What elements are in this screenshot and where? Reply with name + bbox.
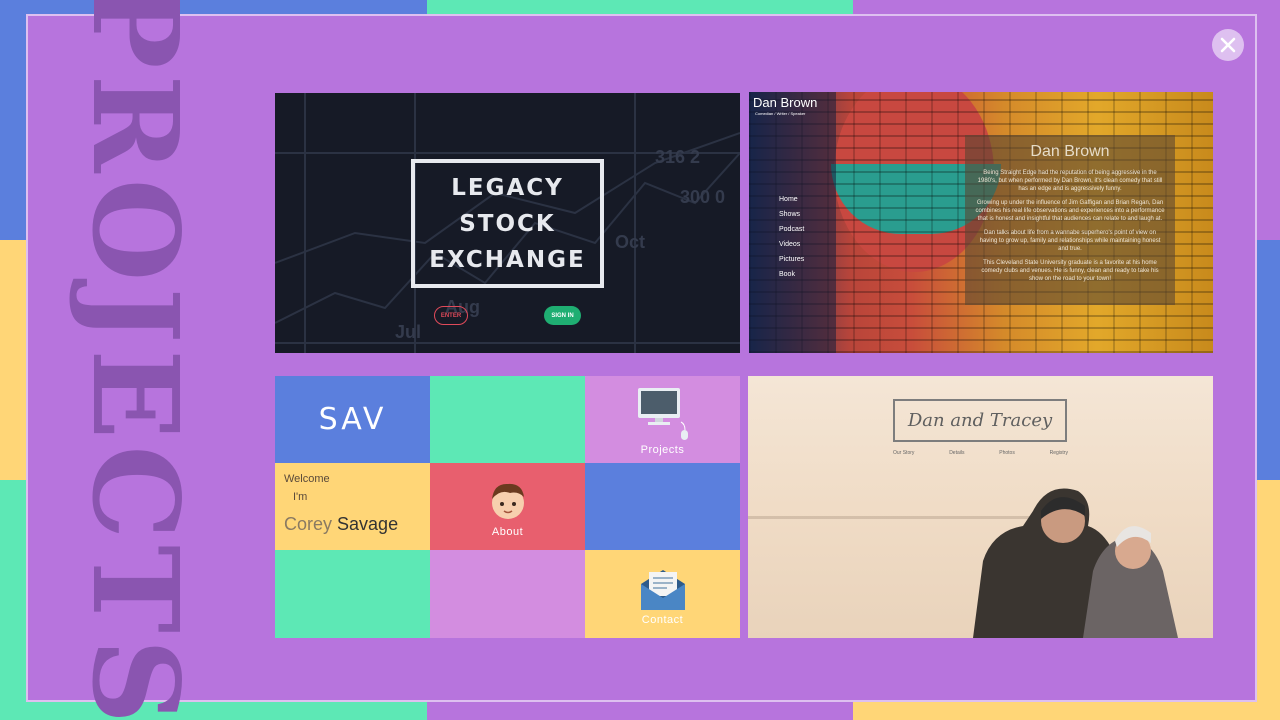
couple-photo (973, 488, 1178, 638)
enter-button[interactable]: ENTER (434, 306, 468, 325)
projects-title: PROJECTS (66, 0, 205, 720)
about-label: About (491, 526, 524, 538)
last-name: Savage (337, 514, 399, 534)
stock-title-line1: LEGACY (451, 174, 564, 201)
purple-tile (430, 550, 585, 638)
bio-panel: Dan Brown Being Straight Edge had the re… (965, 135, 1175, 305)
chart-tick-label: 316 2 (655, 147, 700, 167)
im-text: I'm (293, 491, 308, 503)
first-name: Corey (284, 514, 333, 534)
wedding-nav-registry[interactable]: Registry (1050, 450, 1068, 456)
bio-title: Dan Brown (1030, 143, 1110, 160)
stock-logo-box: LEGACY STOCK EXCHANGE (411, 159, 604, 288)
nav-item-pictures[interactable]: Pictures (779, 252, 804, 267)
blue-tile (585, 463, 740, 550)
welcome-text: Welcome (284, 473, 330, 485)
bio-paragraph: Being Straight Edge had the reputation o… (977, 170, 1163, 192)
contact-tile[interactable]: Contact (585, 550, 740, 638)
owner-name: Corey Savage (284, 514, 398, 535)
close-button[interactable] (1212, 29, 1244, 61)
nav-item-videos[interactable]: Videos (779, 237, 804, 252)
nav-item-book[interactable]: Book (779, 267, 804, 282)
chart-tick-label: Jul (395, 322, 421, 342)
stock-title-line2: STOCK (459, 210, 556, 237)
bio-paragraph: Growing up under the influence of Jim Ga… (975, 200, 1165, 222)
site-subtitle: Comedian / Writer / Speaker (755, 111, 806, 116)
wedding-title: Dan and Tracey (893, 399, 1067, 442)
sav-logo: SAV (318, 402, 387, 437)
project-thumb-dan-brown[interactable]: Dan Brown Comedian / Writer / Speaker Ho… (749, 92, 1213, 353)
bio-paragraph: This Cleveland State University graduate… (981, 260, 1159, 282)
sign-in-button[interactable]: SIGN IN (544, 306, 581, 325)
envelope-icon (641, 570, 685, 610)
wedding-nav-details[interactable]: Details (949, 450, 964, 456)
wedding-nav-photos[interactable]: Photos (999, 450, 1015, 456)
nav-item-shows[interactable]: Shows (779, 207, 804, 222)
projects-tile[interactable]: Projects (585, 376, 740, 463)
sav-logo-tile: SAV (275, 376, 430, 463)
nav-item-podcast[interactable]: Podcast (779, 222, 804, 237)
avatar-icon (492, 483, 524, 519)
projects-label: Projects (640, 444, 685, 456)
welcome-tile: Welcome I'm Corey Savage (275, 463, 430, 550)
site-title: Dan Brown (753, 95, 818, 110)
stock-title-line3: EXCHANGE (429, 246, 586, 273)
projects-title-text: PROJECTS (66, 0, 206, 720)
wedding-nav: Our Story Details Photos Registry (893, 450, 1068, 456)
wedding-nav-our-story[interactable]: Our Story (893, 450, 914, 456)
project-thumb-dan-and-tracey[interactable]: Dan and Tracey Our Story Details Photos … (748, 376, 1213, 638)
chart-tick-label: Oct (615, 232, 645, 252)
project-thumb-sav[interactable]: SAV Projects Welcome I'm Corey Savage Ab… (275, 376, 740, 638)
close-icon (1220, 37, 1236, 53)
contact-label: Contact (641, 614, 684, 626)
green-tile-bottom (275, 550, 430, 638)
bio-paragraph: Dan talks about life from a wannabe supe… (979, 230, 1161, 252)
chart-tick-label: 300 0 (680, 187, 725, 207)
green-tile (430, 376, 585, 463)
nav-item-home[interactable]: Home (779, 192, 804, 207)
about-tile[interactable]: About (430, 463, 585, 550)
site-nav: Home Shows Podcast Videos Pictures Book (779, 192, 804, 282)
project-thumb-stock-exchange[interactable]: 316 2 300 0 Oct Aug Jul LEGACY STOCK EXC… (275, 93, 740, 353)
computer-icon (638, 388, 688, 440)
